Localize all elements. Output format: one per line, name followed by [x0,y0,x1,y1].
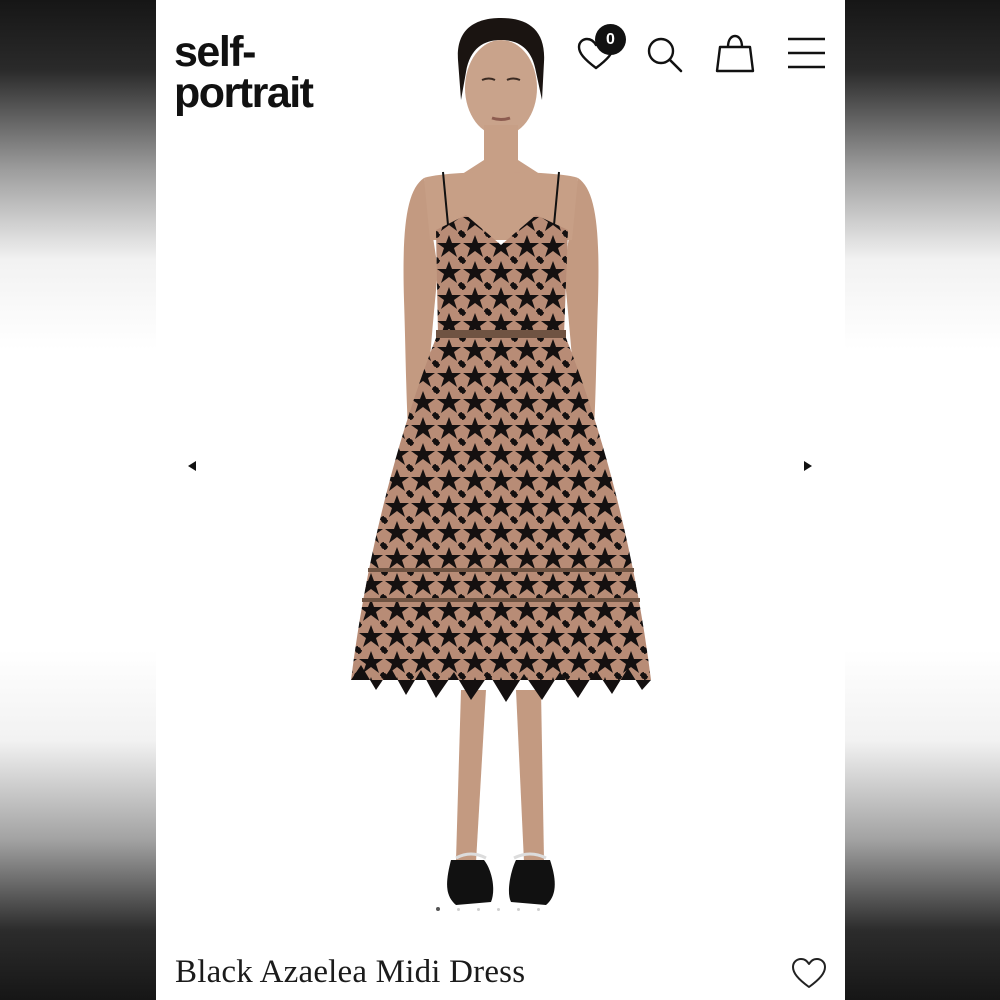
bag-icon [715,34,755,73]
carousel-dot[interactable] [477,907,480,911]
add-to-favorites-button[interactable] [790,955,828,991]
carousel-dot[interactable] [517,907,520,911]
triangle-right-icon [804,461,812,471]
previous-image-button[interactable] [182,456,202,476]
right-blur-band [845,0,1000,1000]
left-blur-band [0,0,156,1000]
product-page: self- portrait 0 Black Azaelea Midi Dres… [156,0,845,1000]
product-title: Black Azaelea Midi Dress [175,954,526,990]
carousel-dot[interactable] [497,907,500,911]
carousel-dot[interactable] [537,907,540,911]
carousel-dots [436,905,556,913]
carousel-dot[interactable] [457,907,460,911]
brand-line-1: self- [174,28,256,76]
brand-logo[interactable]: self- portrait [174,28,314,117]
menu-icon [788,37,825,69]
shopping-bag-button[interactable] [713,32,757,76]
next-image-button[interactable] [798,456,818,476]
product-image[interactable] [306,0,696,920]
triangle-left-icon [188,461,196,471]
brand-line-2: portrait [174,69,314,117]
menu-button[interactable] [784,32,828,76]
heart-outline-icon [792,958,826,988]
carousel-dot[interactable] [436,907,440,911]
